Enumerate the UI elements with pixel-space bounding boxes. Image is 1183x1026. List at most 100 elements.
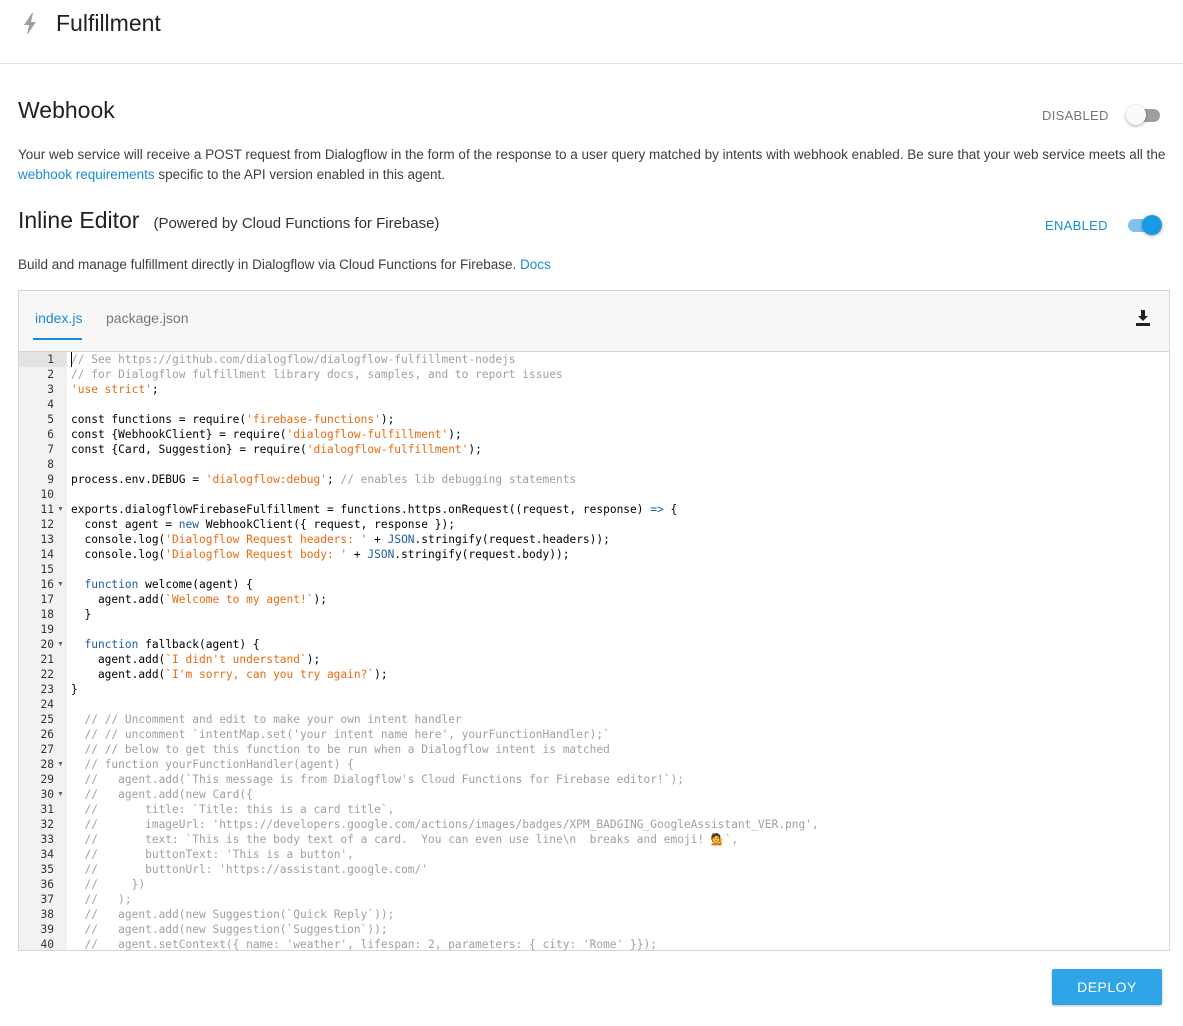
inline-editor-subtitle: (Powered by Cloud Functions for Firebase… [153,215,440,232]
line-number: 39 [40,923,54,936]
fold-toggle-icon[interactable]: ▼ [57,502,64,517]
line-number: 32 [40,818,54,831]
line-number: 14 [40,548,54,561]
line-number: 26 [40,728,54,741]
fold-toggle-icon[interactable]: ▼ [57,787,64,802]
line-number: 23 [40,683,54,696]
webhook-desc-text-2: specific to the API version enabled in t… [154,167,446,182]
code-line: } [71,608,92,621]
line-number: 21 [40,653,54,666]
inline-editor-status-label: ENABLED [1045,218,1108,233]
webhook-status-label: DISABLED [1042,108,1109,123]
webhook-requirements-link[interactable]: webhook requirements [18,167,155,182]
code-line: // // Uncomment and edit to make your ow… [84,713,462,726]
line-number: 38 [40,908,54,921]
line-number: 35 [40,863,54,876]
line-number: 18 [40,608,54,621]
code-line: // text: `This is the body text of a car… [84,833,739,846]
code-line: // agent.add(new Suggestion(`Suggestion`… [84,923,388,936]
line-number: 27 [40,743,54,756]
docs-link[interactable]: Docs [520,257,551,272]
code-line: // agent.add(`This message is from Dialo… [84,773,684,786]
code-line: console.log('Dialogflow Request body: ' … [71,548,570,561]
line-number: 11 [40,503,54,516]
webhook-desc-text-1: Your web service will receive a POST req… [18,147,1166,162]
fold-toggle-icon[interactable]: ▼ [57,757,64,772]
code-line: // agent.add(new Suggestion(`Quick Reply… [84,908,395,921]
line-number: 10 [40,488,54,501]
fold-toggle-icon[interactable]: ▼ [57,637,64,652]
tab-package-json[interactable]: package.json [106,310,189,326]
line-number: 5 [47,413,54,426]
inline-editor-toggle-knob [1142,215,1162,235]
inline-editor-description: Build and manage fulfillment directly in… [18,255,1168,275]
line-number-gutter: 1 2 3 4 5 6 7 8 9 10 11 ▼ 12 13 14 15 16 ▼ 17 18 19 20 ▼ 21 22 23… [19,352,67,950]
code-line: process.env.DEBUG = 'dialogflow:debug'; … [71,473,577,486]
code-line: // function yourFunctionHandler(agent) { [84,758,354,771]
code-line: // ); [84,893,132,906]
download-icon[interactable] [1134,309,1152,327]
line-number: 3 [47,383,54,396]
top-bar: Fulfillment [0,0,1183,64]
line-number: 25 [40,713,54,726]
code-line: agent.add(`I didn't understand`); [71,653,321,666]
line-number: 17 [40,593,54,606]
code-line: // agent.setContext({ name: 'weather', l… [84,938,657,950]
line-number: 31 [40,803,54,816]
code-line: // // below to get this function to be r… [84,743,610,756]
code-line: // // uncomment `intentMap.set('your int… [84,728,610,741]
fold-toggle-icon[interactable]: ▼ [57,577,64,592]
line-number: 7 [47,443,54,456]
line-number: 6 [47,428,54,441]
line-number: 29 [40,773,54,786]
code-line: const {WebhookClient} = require('dialogf… [71,428,462,441]
line-number: 9 [47,473,54,486]
webhook-toggle-knob [1126,105,1146,125]
inline-editor-title-row: Inline Editor (Powered by Cloud Functions… [18,207,439,234]
inline-editor-title: Inline Editor [18,207,140,233]
lightning-bolt-icon [24,13,36,35]
line-number: 34 [40,848,54,861]
code-line: // for Dialogflow fulfillment library do… [71,368,563,381]
line-number: 33 [40,833,54,846]
webhook-title: Webhook [18,97,115,123]
code-area[interactable]: 1 2 3 4 5 6 7 8 9 10 11 ▼ 12 13 14 15 16 ▼ 17 18 19 20 ▼ 21 22 23… [19,352,1169,950]
code-line: function fallback(agent) { [84,638,260,651]
editor-tabs: index.js package.json [19,291,1169,352]
line-number: 40 [40,938,54,950]
code-line: agent.add(`Welcome to my agent!`); [71,593,327,606]
code-line: // title: `Title: this is a card title`, [84,803,395,816]
code-line: // See https://github.com/dialogflow/dia… [71,353,516,366]
code-line: const {Card, Suggestion} = require('dial… [71,443,482,456]
code-editor: index.js package.json 1 2 3 4 5 6 7 8 9 10 11 ▼ 12 13… [18,290,1170,951]
line-number: 36 [40,878,54,891]
code-line: console.log('Dialogflow Request headers:… [71,533,610,546]
code-line: agent.add(`I'm sorry, can you try again?… [71,668,388,681]
webhook-toggle[interactable] [1126,105,1162,125]
line-number: 1 [47,353,54,366]
code-line: // imageUrl: 'https://developers.google.… [84,818,819,831]
line-number: 15 [40,563,54,576]
line-number: 13 [40,533,54,546]
code-line: // agent.add(new Card({ [84,788,253,801]
code-line: 'use strict'; [71,383,159,396]
deploy-button[interactable]: DEPLOY [1052,969,1162,1005]
line-number: 22 [40,668,54,681]
inline-editor-toggle[interactable] [1126,215,1162,235]
code-line: const functions = require('firebase-func… [71,413,395,426]
line-number: 4 [47,398,54,411]
code-line: // buttonText: 'This is a button', [84,848,354,861]
webhook-description: Your web service will receive a POST req… [18,145,1168,185]
line-number: 24 [40,698,54,711]
line-number: 19 [40,623,54,636]
tab-index-js[interactable]: index.js [35,310,82,326]
code-line: const agent = new WebhookClient({ reques… [71,518,455,531]
line-number: 8 [47,458,54,471]
active-tab-indicator [33,338,82,340]
code-line: } [71,683,78,696]
line-number: 12 [40,518,54,531]
page-title: Fulfillment [56,10,161,36]
line-number: 28 [40,758,54,771]
code-line: exports.dialogflowFirebaseFulfillment = … [71,503,678,516]
line-number: 2 [47,368,54,381]
